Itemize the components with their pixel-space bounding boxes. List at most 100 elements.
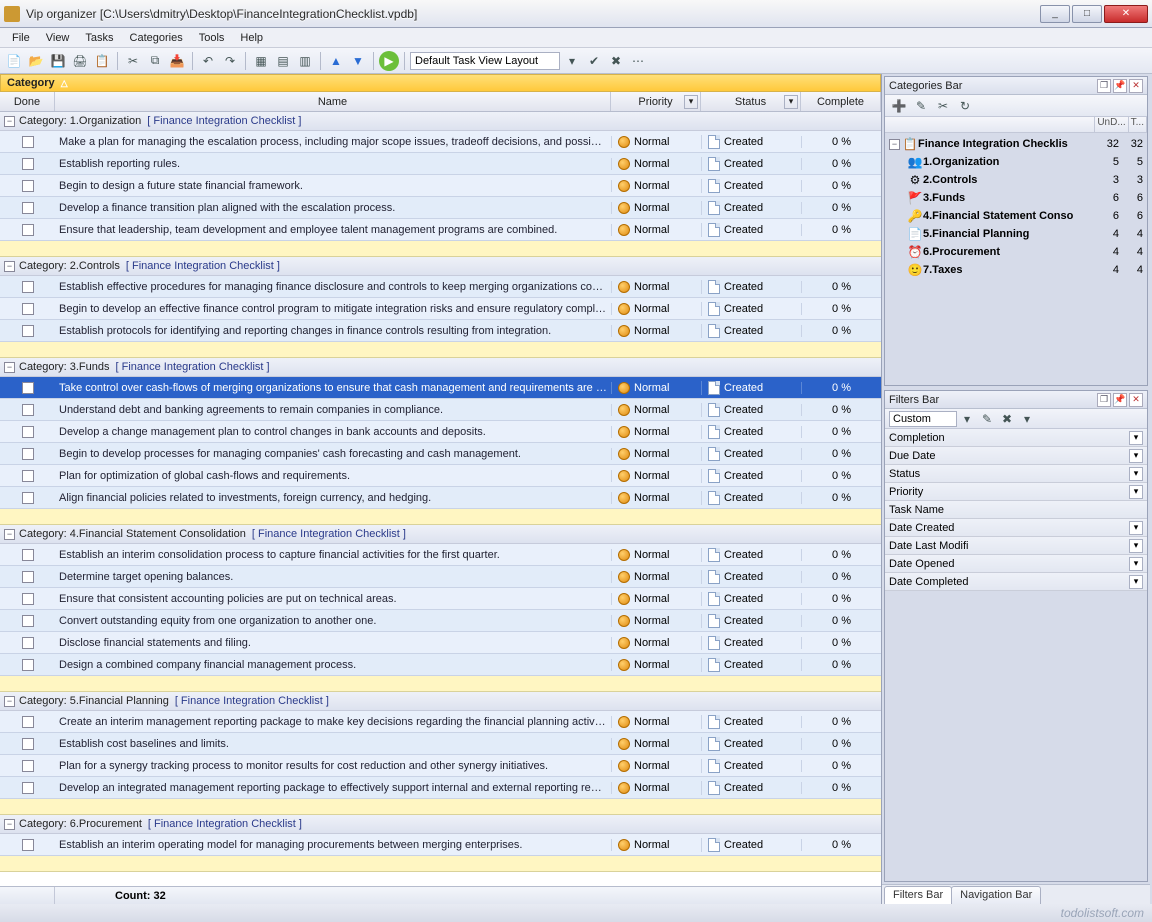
filter-row[interactable]: Status▾	[885, 465, 1147, 483]
done-checkbox[interactable]	[22, 716, 34, 728]
table-row[interactable]: Begin to develop processes for managing …	[0, 443, 881, 465]
panel-restore-icon[interactable]: ❐	[1097, 79, 1111, 93]
table-row[interactable]: Develop a change management plan to cont…	[0, 421, 881, 443]
up-icon[interactable]: ▲	[326, 51, 346, 71]
go-icon[interactable]: ▶	[379, 51, 399, 71]
done-checkbox[interactable]	[22, 382, 34, 394]
table-row[interactable]: Ensure that consistent accounting polici…	[0, 588, 881, 610]
new-icon[interactable]: 📄	[4, 51, 24, 71]
filter-apply-icon[interactable]: ▾	[957, 409, 977, 429]
collapse-icon[interactable]: −	[4, 116, 15, 127]
dropdown-icon[interactable]: ▾	[1129, 485, 1143, 499]
done-checkbox[interactable]	[22, 180, 34, 192]
done-checkbox[interactable]	[22, 593, 34, 605]
table-row[interactable]: Disclose financial statements and filing…	[0, 632, 881, 654]
done-checkbox[interactable]	[22, 760, 34, 772]
apply-layout-icon[interactable]: ✔	[584, 51, 604, 71]
menu-categories[interactable]: Categories	[124, 30, 189, 46]
panel-pin-icon[interactable]: 📌	[1113, 79, 1127, 93]
collapse-icon[interactable]: −	[4, 261, 15, 272]
done-checkbox[interactable]	[22, 325, 34, 337]
dropdown-icon[interactable]: ▾	[1129, 467, 1143, 481]
table-row[interactable]: Understand debt and banking agreements t…	[0, 399, 881, 421]
expand-icon[interactable]: −	[889, 139, 900, 150]
table-row[interactable]: Convert outstanding equity from one orga…	[0, 610, 881, 632]
cat-refresh-icon[interactable]: ↻	[955, 96, 975, 116]
done-checkbox[interactable]	[22, 470, 34, 482]
panel-close-icon[interactable]: ✕	[1129, 393, 1143, 407]
panel-restore-icon[interactable]: ❐	[1097, 393, 1111, 407]
undo-icon[interactable]: ↶	[198, 51, 218, 71]
table-row[interactable]: Ensure that leadership, team development…	[0, 219, 881, 241]
category-node[interactable]: 📄5.Financial Planning44	[885, 225, 1147, 243]
category-tree[interactable]: −📋Finance Integration Checklis3232👥1.Org…	[885, 133, 1147, 281]
category-header[interactable]: −Category: 3.Funds [ Finance Integration…	[0, 358, 881, 377]
task-list[interactable]: −Category: 1.Organization [ Finance Inte…	[0, 112, 881, 886]
filter-preset-combo[interactable]: Custom	[889, 411, 957, 427]
table-row[interactable]: Establish protocols for identifying and …	[0, 320, 881, 342]
category-node[interactable]: ⚙2.Controls33	[885, 171, 1147, 189]
cat-new-icon[interactable]: ➕	[889, 96, 909, 116]
redo-icon[interactable]: ↷	[220, 51, 240, 71]
table-row[interactable]: Begin to design a future state financial…	[0, 175, 881, 197]
menu-view[interactable]: View	[40, 30, 76, 46]
table-row[interactable]: Establish an interim consolidation proce…	[0, 544, 881, 566]
filter-save-icon[interactable]: ✎	[977, 409, 997, 429]
done-checkbox[interactable]	[22, 158, 34, 170]
done-checkbox[interactable]	[22, 615, 34, 627]
done-checkbox[interactable]	[22, 549, 34, 561]
priority-filter-icon[interactable]: ▾	[684, 95, 698, 109]
category-node[interactable]: ⏰6.Procurement44	[885, 243, 1147, 261]
table-row[interactable]: Plan for a synergy tracking process to m…	[0, 755, 881, 777]
close-button[interactable]: ✕	[1104, 5, 1148, 23]
dropdown-icon[interactable]: ▾	[1129, 575, 1143, 589]
panel-pin-icon[interactable]: 📌	[1113, 393, 1127, 407]
layout-combo[interactable]: Default Task View Layout	[410, 52, 560, 70]
filter-row[interactable]: Completion▾	[885, 429, 1147, 447]
category-node[interactable]: 🚩3.Funds66	[885, 189, 1147, 207]
filter-row[interactable]: Task Name	[885, 501, 1147, 519]
category-node[interactable]: 👥1.Organization55	[885, 153, 1147, 171]
done-checkbox[interactable]	[22, 448, 34, 460]
table-row[interactable]: Make a plan for managing the escalation …	[0, 131, 881, 153]
done-checkbox[interactable]	[22, 782, 34, 794]
cat-col-undone[interactable]: UnD...	[1095, 117, 1128, 132]
collapse-icon[interactable]: ▥	[295, 51, 315, 71]
category-header[interactable]: −Category: 6.Procurement [ Finance Integ…	[0, 815, 881, 834]
filter-row[interactable]: Date Created▾	[885, 519, 1147, 537]
delete-layout-icon[interactable]: ✖	[606, 51, 626, 71]
done-checkbox[interactable]	[22, 136, 34, 148]
status-filter-icon[interactable]: ▾	[784, 95, 798, 109]
done-checkbox[interactable]	[22, 738, 34, 750]
done-checkbox[interactable]	[22, 839, 34, 851]
menu-help[interactable]: Help	[234, 30, 269, 46]
collapse-icon[interactable]: −	[4, 696, 15, 707]
table-row[interactable]: Establish effective procedures for manag…	[0, 276, 881, 298]
save-icon[interactable]: 💾	[48, 51, 68, 71]
table-row[interactable]: Develop an integrated management reporti…	[0, 777, 881, 799]
collapse-icon[interactable]: −	[4, 529, 15, 540]
done-checkbox[interactable]	[22, 281, 34, 293]
filter-row[interactable]: Priority▾	[885, 483, 1147, 501]
maximize-button[interactable]: □	[1072, 5, 1102, 23]
print-icon[interactable]: 🖨	[70, 51, 90, 71]
cat-delete-icon[interactable]: ✂	[933, 96, 953, 116]
dropdown-icon[interactable]: ▾	[1129, 557, 1143, 571]
filter-row[interactable]: Due Date▾	[885, 447, 1147, 465]
done-checkbox[interactable]	[22, 224, 34, 236]
tab-filters-bar[interactable]: Filters Bar	[884, 886, 952, 904]
table-row[interactable]: Plan for optimization of global cash-flo…	[0, 465, 881, 487]
dropdown-icon[interactable]: ▾	[1129, 431, 1143, 445]
cut-icon[interactable]: ✂	[123, 51, 143, 71]
category-header[interactable]: −Category: 4.Financial Statement Consoli…	[0, 525, 881, 544]
done-checkbox[interactable]	[22, 659, 34, 671]
menu-tasks[interactable]: Tasks	[79, 30, 119, 46]
filter-row[interactable]: Date Opened▾	[885, 555, 1147, 573]
cat-edit-icon[interactable]: ✎	[911, 96, 931, 116]
layout-dropdown-icon[interactable]: ▾	[562, 51, 582, 71]
table-row[interactable]: Establish an interim operating model for…	[0, 834, 881, 856]
layout-menu-icon[interactable]: ⋯	[628, 51, 648, 71]
category-header[interactable]: −Category: 1.Organization [ Finance Inte…	[0, 112, 881, 131]
table-row[interactable]: Design a combined company financial mana…	[0, 654, 881, 676]
category-node[interactable]: 🙂7.Taxes44	[885, 261, 1147, 279]
